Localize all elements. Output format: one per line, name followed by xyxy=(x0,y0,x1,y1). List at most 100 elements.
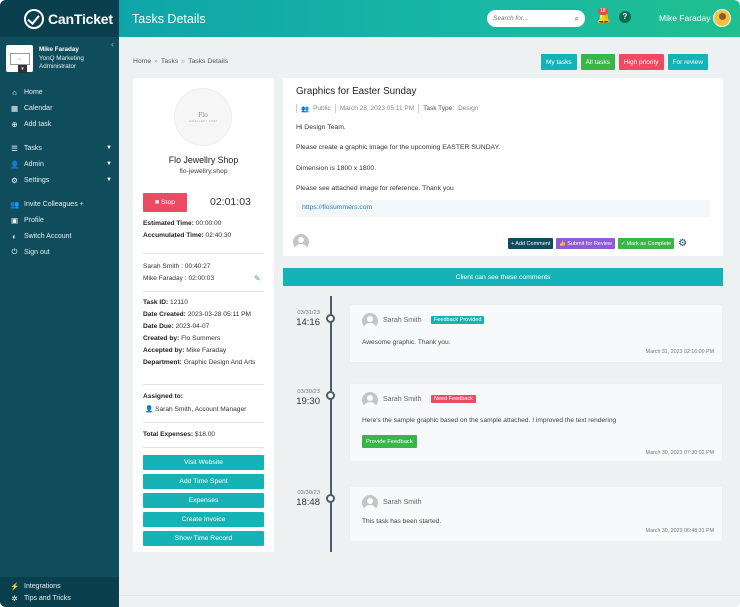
plus-circle-icon: ⊕ xyxy=(11,119,18,129)
sidebar-nav: ⌂ Home ▦ Calendar ⊕ Add task ☰ Tasks ▼ 👤 Admin… xyxy=(0,77,119,260)
breadcrumb-separator: » xyxy=(181,58,186,65)
mark-complete-button[interactable]: ✓ Mark as Complete xyxy=(617,238,675,249)
timeline-dot xyxy=(326,494,335,503)
sidebar-user: ‹ ▭ ▾ Mike Faraday YonQ Marketing Admini… xyxy=(0,37,119,77)
sidebar-item-tips[interactable]: ✲ Tips and Tricks xyxy=(0,592,119,604)
provide-feedback-button[interactable]: Provide Feedback xyxy=(362,435,417,448)
sidebar-item-add-task[interactable]: ⊕ Add task xyxy=(0,116,119,132)
sidebar-item-label: Profile xyxy=(24,216,44,224)
sidebar-item-label: Settings xyxy=(24,176,50,184)
home-icon: ⌂ xyxy=(12,87,17,97)
task-visibility: Public xyxy=(313,105,331,112)
top-bar: Tasks Details ⌕ 🔔 18 ? Mike Faraday xyxy=(119,0,740,37)
logo-text: Flo xyxy=(198,111,208,119)
expenses-button[interactable]: Expenses xyxy=(143,493,264,508)
divider xyxy=(296,104,297,113)
avatar xyxy=(362,392,378,408)
detail-label: Total Expenses: xyxy=(143,431,194,438)
header-user-name[interactable]: Mike Faraday xyxy=(659,13,711,23)
search-box[interactable]: ⌕ xyxy=(487,10,585,27)
filter-high-priority[interactable]: High priority xyxy=(618,54,664,70)
sidebar-item-label: Sign out xyxy=(24,248,50,256)
divider xyxy=(418,104,420,113)
time-entry: Mike Faraday : 02:00:03 xyxy=(143,275,215,282)
created-by: Created by: Flo Summers xyxy=(143,335,267,344)
sidebar-item-profile[interactable]: ▣ Profile xyxy=(0,212,119,228)
toggle-icon: ◐ xyxy=(12,231,17,241)
action-label: Mark as Complete xyxy=(626,240,672,247)
timeline-date-day: 03/31/23 xyxy=(297,310,320,316)
add-time-spent-button[interactable]: Add Time Spent xyxy=(143,474,264,489)
comment-author: Sarah Smith xyxy=(383,396,422,403)
filter-for-review[interactable]: For review xyxy=(667,54,708,70)
sidebar-item-calendar[interactable]: ▦ Calendar xyxy=(0,100,119,116)
search-icon[interactable]: ⌕ xyxy=(575,14,579,24)
divider xyxy=(143,422,264,423)
avatar xyxy=(362,313,378,329)
plus-icon: + xyxy=(511,240,515,247)
sidebar-item-label: Admin xyxy=(24,160,44,168)
caret-down-icon: ▼ xyxy=(106,161,112,167)
page-title: Tasks Details xyxy=(132,11,206,26)
search-input[interactable] xyxy=(493,15,567,22)
filter-all-tasks[interactable]: All tasks xyxy=(580,54,615,70)
timer-display: 02:01:03 xyxy=(210,196,251,208)
chevron-down-icon[interactable]: ▾ xyxy=(18,65,27,73)
status-badge: Need Feedback xyxy=(431,395,476,403)
help-icon[interactable]: ? xyxy=(619,11,631,23)
avatar[interactable] xyxy=(713,9,731,27)
sidebar-item-label: Tips and Tricks xyxy=(24,594,71,602)
task-date: March 28, 2023 05:11 PM xyxy=(339,105,415,112)
task-link[interactable]: https://flosummers.com xyxy=(296,200,710,217)
app-name: CanTicket xyxy=(48,10,113,27)
sidebar-item-integrations[interactable]: ⚡ Integrations xyxy=(0,580,119,592)
estimated-time: Estimated Time: 00:00:00 xyxy=(143,220,267,229)
sidebar-item-home[interactable]: ⌂ Home xyxy=(0,84,119,100)
filter-my-tasks[interactable]: My tasks xyxy=(541,54,577,70)
breadcrumb-home[interactable]: Home xyxy=(133,58,151,65)
logo[interactable]: CanTicket xyxy=(0,0,119,37)
footer xyxy=(119,595,740,607)
comment-timestamp: March 31, 2023 02:16:00 PM xyxy=(645,349,714,355)
detail-value: $18.00 xyxy=(194,431,216,438)
stop-timer-button[interactable]: ■ Stop xyxy=(143,193,187,212)
nav-spacer xyxy=(0,132,119,140)
timeline-entry: Sarah Smith Need Feedback Here's the sam… xyxy=(349,383,723,462)
sidebar-item-admin[interactable]: 👤 Admin ▼ xyxy=(0,156,119,172)
create-invoice-button[interactable]: Create Invoice xyxy=(143,512,264,527)
task-paragraph: Please see attached image for reference.… xyxy=(296,185,454,192)
task-paragraph: Hi Design Team. xyxy=(296,124,346,131)
detail-label: Assigned to: xyxy=(143,393,183,400)
sidebar-item-switch-account[interactable]: ◐ Switch Account xyxy=(0,228,119,244)
company-avatar[interactable]: ▭ ▾ xyxy=(6,45,33,73)
timeline-date: 03/30/23 18:48 xyxy=(283,490,320,508)
collapse-sidebar-icon[interactable]: ‹ xyxy=(111,39,114,49)
sidebar-item-invite[interactable]: 👥 Invite Colleagues + xyxy=(0,196,119,212)
task-meta: 👥 Public March 28, 2023 05:11 PM Task Ty… xyxy=(296,104,478,113)
breadcrumb-tasks[interactable]: Tasks xyxy=(161,58,178,65)
edit-icon[interactable]: ✎ xyxy=(254,274,261,283)
add-comment-button[interactable]: + Add Comment xyxy=(508,238,554,249)
sidebar-item-sign-out[interactable]: ⏻ Sign out xyxy=(0,244,119,260)
user-icon: 👤 xyxy=(145,406,154,413)
gear-icon[interactable]: ⚙ xyxy=(678,238,687,249)
client-visibility-banner: Client can see these comments xyxy=(283,268,723,286)
sidebar-item-settings[interactable]: ⚙ Settings ▼ xyxy=(0,172,119,188)
timeline-entry: Sarah Smith This task has been started. … xyxy=(349,486,723,542)
submit-for-review-button[interactable]: 👍 Submit for Review xyxy=(556,238,615,249)
sidebar-item-label: Home xyxy=(24,88,43,96)
sidebar-item-tasks[interactable]: ☰ Tasks ▼ xyxy=(0,140,119,156)
timeline-date-time: 19:30 xyxy=(296,396,320,407)
detail-label: Date Created: xyxy=(143,311,186,318)
detail-value: Flo Summers xyxy=(181,335,221,342)
comment-timestamp: March 30, 2023 06:48:31 PM xyxy=(645,528,714,534)
detail-value: Mike Faraday xyxy=(186,347,227,354)
sidebar-item-label: Switch Account xyxy=(24,232,72,240)
timeline-date-time: 14:16 xyxy=(296,317,320,328)
visit-website-button[interactable]: Visit Website xyxy=(143,455,264,470)
show-time-record-button[interactable]: Show Time Record xyxy=(143,531,264,546)
timeline-date-day: 03/30/23 xyxy=(297,389,320,395)
timeline-date: 03/31/23 14:16 xyxy=(283,310,320,328)
timeline-entry: Sarah Smith Feedback Provided Awesome gr… xyxy=(349,304,723,363)
client-domain: flo-jewellry.shop xyxy=(179,168,228,175)
